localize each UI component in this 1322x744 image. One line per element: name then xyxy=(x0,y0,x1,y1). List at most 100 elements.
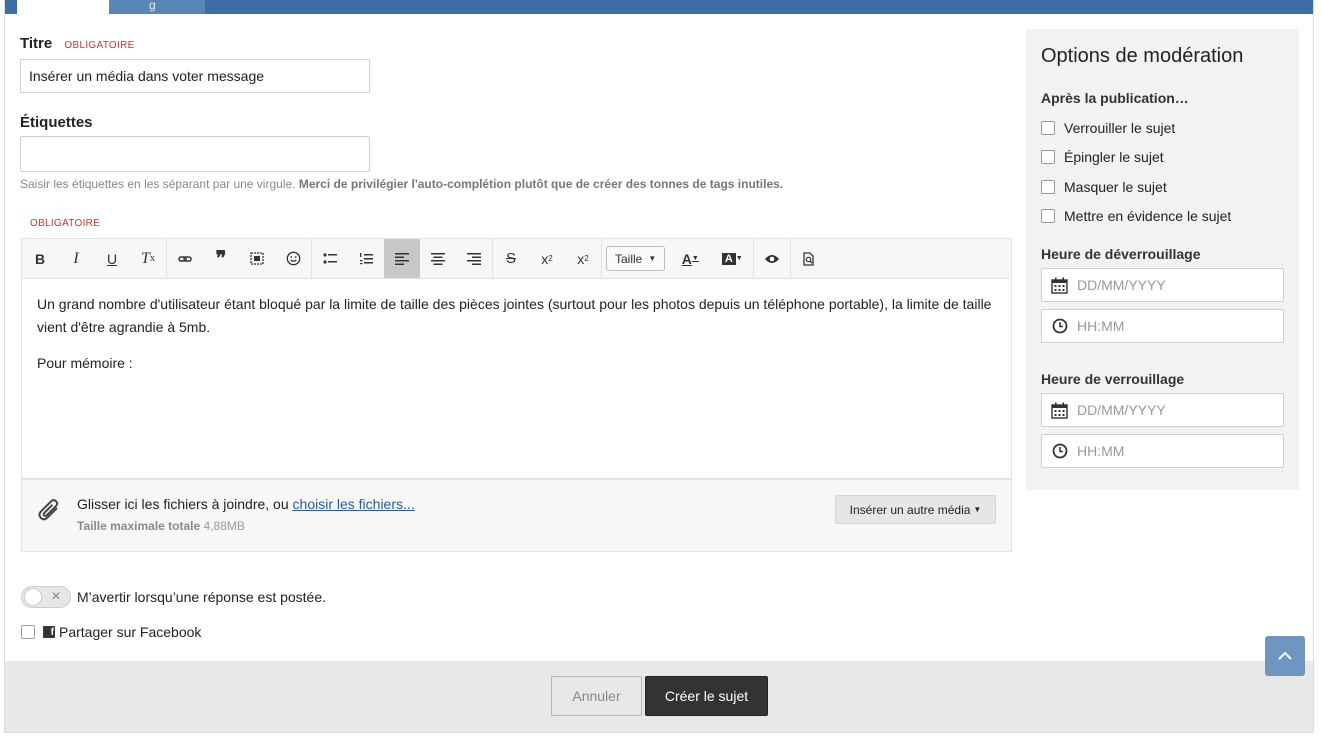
editor-paragraph: Un grand nombre d'utilisateur étant bloq… xyxy=(37,296,992,335)
numbered-list-icon xyxy=(359,253,373,265)
caret-down-icon: ▼ xyxy=(648,254,657,263)
max-size-value: 4,88MB xyxy=(203,519,245,533)
message-editor[interactable]: Un grand nombre d'utilisateur étant bloq… xyxy=(21,279,1012,479)
moderation-option-label: Mettre en évidence le sujet xyxy=(1064,208,1232,224)
bold-button[interactable]: B xyxy=(22,239,58,278)
facebook-label: Partager sur Facebook xyxy=(59,624,202,640)
clock-icon xyxy=(1042,443,1077,459)
moderation-option-label: Épingler le sujet xyxy=(1064,149,1164,165)
eye-icon xyxy=(765,254,780,263)
title-required-badge: OBLIGATOIRE xyxy=(64,40,135,51)
notify-toggle[interactable]: ✕ xyxy=(21,586,71,608)
time-placeholder: HH:MM xyxy=(1077,443,1125,459)
moderation-option-label: Masquer le sujet xyxy=(1064,179,1167,195)
lock-date-input[interactable]: DD/MM/YYYY xyxy=(1041,393,1284,427)
checkbox[interactable] xyxy=(1041,121,1055,135)
tags-input[interactable] xyxy=(20,136,370,172)
checkbox[interactable] xyxy=(1041,180,1055,194)
toolbar-group-format: B I U Tx xyxy=(22,239,167,278)
moderation-option-hide[interactable]: Masquer le sujet xyxy=(1041,179,1167,195)
align-center-button[interactable] xyxy=(420,239,456,278)
tags-label: Étiquettes xyxy=(20,114,93,131)
toolbar-group-style: Taille ▼ A ▼ A ▼ xyxy=(602,239,755,278)
tab-secondary[interactable]: g xyxy=(109,0,205,14)
title-label-text: Titre xyxy=(20,35,53,52)
lock-time-label: Heure de verrouillage xyxy=(1041,371,1185,387)
title-input[interactable]: Insérer un média dans voter message xyxy=(20,59,370,93)
form-footer: Annuler Créer le sujet xyxy=(5,661,1313,732)
toolbar-group-source xyxy=(791,239,827,278)
unlock-date-input[interactable]: DD/MM/YYYY xyxy=(1041,268,1284,302)
toggle-knob xyxy=(24,588,42,606)
strikethrough-button[interactable]: S xyxy=(493,239,529,278)
insert-media-label: Insérer un autre média xyxy=(849,502,971,517)
quote-button[interactable]: ❞ xyxy=(203,239,239,278)
image-button[interactable] xyxy=(239,239,275,278)
checkbox[interactable] xyxy=(1041,209,1055,223)
editor-toolbar: B I U Tx ❞ S x 2 x 2 Taille ▼ A ▼ A ▼ xyxy=(21,238,1012,279)
moderation-option-label: Verrouiller le sujet xyxy=(1064,120,1176,136)
emoji-button[interactable] xyxy=(275,239,311,278)
bullet-list-button[interactable] xyxy=(312,239,348,278)
tags-help: Saisir les étiquettes en les séparant pa… xyxy=(20,177,783,191)
chevron-up-icon xyxy=(1278,651,1292,660)
image-icon xyxy=(249,251,264,265)
bullet-list-icon xyxy=(322,253,337,264)
superscript-button[interactable]: x2 xyxy=(529,239,565,278)
unlock-time-input[interactable]: HH:MM xyxy=(1041,309,1284,343)
font-size-select[interactable]: Taille ▼ xyxy=(606,246,666,271)
toolbar-group-align xyxy=(312,239,493,278)
moderation-panel: Options de modération Après la publicati… xyxy=(1026,29,1299,490)
checkbox[interactable] xyxy=(1041,150,1055,164)
source-preview-button[interactable] xyxy=(791,239,827,278)
preview-button[interactable] xyxy=(754,239,790,278)
toolbar-group-script: S x2 x2 xyxy=(493,239,602,278)
numbered-list-button[interactable] xyxy=(348,239,384,278)
attachment-drop-text: Glisser ici les fichiers à joindre, ou xyxy=(77,496,289,512)
link-button[interactable] xyxy=(167,239,203,278)
attachment-dropzone[interactable]: Glisser ici les fichiers à joindre, ou c… xyxy=(21,479,1012,552)
document-search-icon xyxy=(803,251,814,266)
create-topic-button[interactable]: Créer le sujet xyxy=(645,676,768,716)
smiley-icon xyxy=(286,251,300,266)
editor-required-badge: OBLIGATOIRE xyxy=(30,218,101,229)
clear-format-button[interactable]: Tx xyxy=(130,239,166,278)
tab-bar: g xyxy=(5,0,1313,14)
insert-media-button[interactable]: Insérer un autre média ▼ xyxy=(835,495,996,524)
max-size-label: Taille maximale totale xyxy=(77,519,201,533)
clock-icon xyxy=(1042,318,1077,334)
calendar-icon xyxy=(1042,277,1077,294)
notify-label: M’avertir lorsqu’une réponse est postée. xyxy=(77,589,327,605)
after-publish-label: Après la publication… xyxy=(1041,90,1189,106)
moderation-option-highlight[interactable]: Mettre en évidence le sujet xyxy=(1041,208,1231,224)
lock-time-input[interactable]: HH:MM xyxy=(1041,434,1284,468)
background-color-button[interactable]: A ▼ xyxy=(711,239,753,278)
facebook-share-row[interactable]: f Partager sur Facebook xyxy=(21,624,201,640)
scroll-to-top-button[interactable] xyxy=(1265,636,1305,676)
tab-active[interactable] xyxy=(17,0,109,14)
text-color-button[interactable]: A ▼ xyxy=(669,239,711,278)
tags-help-bold: Merci de privilégier l'auto-complétion p… xyxy=(298,177,784,191)
paperclip-icon xyxy=(37,496,63,529)
editor-paragraph: Pour mémoire : xyxy=(37,355,133,371)
align-right-icon xyxy=(467,252,481,265)
align-left-icon xyxy=(395,252,409,265)
moderation-option-lock[interactable]: Verrouiller le sujet xyxy=(1041,120,1175,136)
attachment-max-size: Taille maximale totale 4,88MB xyxy=(77,519,245,533)
facebook-checkbox[interactable] xyxy=(21,625,35,639)
subscript-button[interactable]: x2 xyxy=(565,239,601,278)
cancel-button[interactable]: Annuler xyxy=(551,676,642,716)
toolbar-group-view xyxy=(754,239,792,278)
align-right-button[interactable] xyxy=(456,239,492,278)
tags-help-text: Saisir les étiquettes en les séparant pa… xyxy=(20,177,296,191)
moderation-option-pin[interactable]: Épingler le sujet xyxy=(1041,149,1164,165)
date-placeholder: DD/MM/YYYY xyxy=(1077,277,1166,293)
align-left-button[interactable] xyxy=(384,239,420,278)
facebook-icon: f xyxy=(43,626,55,638)
toolbar-group-insert: ❞ xyxy=(167,239,312,278)
underline-button[interactable]: U xyxy=(94,239,130,278)
unlock-time-label: Heure de déverrouillage xyxy=(1041,246,1201,262)
choose-files-link[interactable]: choisir les fichiers... xyxy=(293,496,415,512)
italic-button[interactable]: I xyxy=(58,239,94,278)
date-placeholder: DD/MM/YYYY xyxy=(1077,402,1166,418)
